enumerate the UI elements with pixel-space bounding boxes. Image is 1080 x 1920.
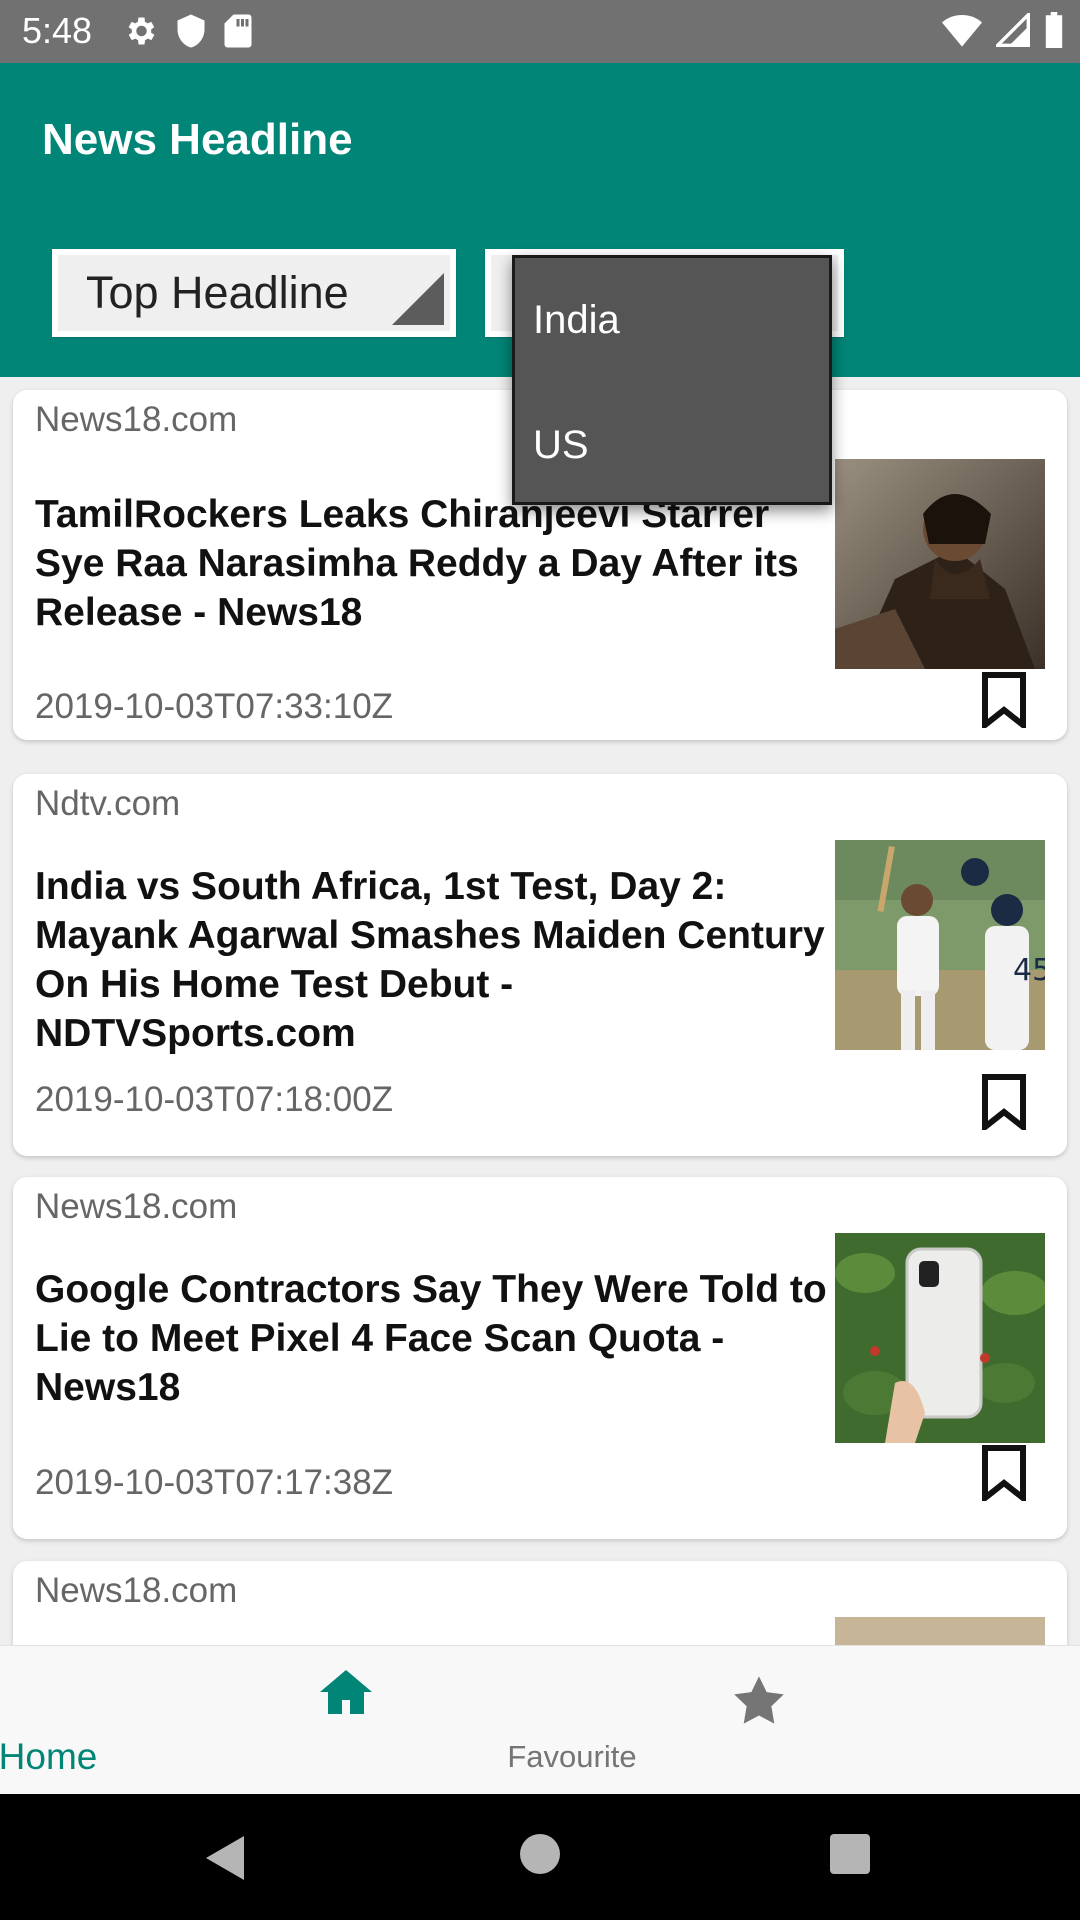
bottom-navigation: Home Favourite xyxy=(0,1645,1080,1794)
article-title: India vs South Africa, 1st Test, Day 2: … xyxy=(35,865,825,1055)
article-source: News18.com xyxy=(35,1187,238,1226)
article-thumbnail xyxy=(835,459,1045,669)
country-dropdown-menu: India US xyxy=(512,255,832,505)
dropdown-arrow-icon xyxy=(392,273,444,325)
cricket-players-image: 45 xyxy=(835,840,1045,1050)
nav-label-home: Home xyxy=(0,1736,98,1777)
dropdown-option-us[interactable]: US xyxy=(533,423,589,468)
article-date: 2019-10-03T07:33:10Z xyxy=(35,687,394,726)
article-title: Google Contractors Say They Were Told to… xyxy=(35,1268,827,1409)
bookmark-outline-icon[interactable] xyxy=(981,1074,1027,1130)
bookmark-outline-icon[interactable] xyxy=(981,672,1027,728)
star-icon xyxy=(734,1676,784,1724)
article-title: TamilRockers Leaks Chiranjeevi Starrer S… xyxy=(35,493,799,634)
article-thumbnail xyxy=(835,1617,1045,1645)
system-navigation-bar xyxy=(0,1794,1080,1920)
article-thumbnail: 45 xyxy=(835,840,1045,1050)
back-icon[interactable] xyxy=(204,1834,248,1882)
category-spinner[interactable]: Top Headline xyxy=(52,249,456,337)
settings-icon xyxy=(122,13,158,49)
partial-thumbnail-image xyxy=(835,1617,1045,1645)
news-list[interactable]: News18.com TamilRockers Leaks Chiranjeev… xyxy=(0,377,1080,1645)
article-source: Ndtv.com xyxy=(35,784,181,823)
dropdown-option-india[interactable]: India xyxy=(533,298,620,343)
sd-card-icon xyxy=(224,13,252,49)
article-date: 2019-10-03T07:18:00Z xyxy=(35,1080,394,1119)
home-icon xyxy=(320,1670,372,1714)
news-card[interactable]: News18.com xyxy=(13,1561,1067,1645)
news-card[interactable]: News18.com Google Contractors Say They W… xyxy=(13,1177,1067,1539)
svg-text:45: 45 xyxy=(1013,953,1045,988)
status-time: 5:48 xyxy=(22,10,93,51)
nav-label-favourite: Favourite xyxy=(507,1739,637,1774)
movie-poster-image xyxy=(835,459,1045,669)
status-bar: 5:48 xyxy=(0,0,1080,63)
bookmark-outline-icon[interactable] xyxy=(981,1445,1027,1501)
article-thumbnail xyxy=(835,1233,1045,1443)
wifi-icon xyxy=(942,13,982,47)
home-circle-icon[interactable] xyxy=(520,1834,560,1874)
recents-icon[interactable] xyxy=(830,1834,870,1874)
article-source: News18.com xyxy=(35,1571,238,1610)
battery-icon xyxy=(1044,12,1064,48)
shield-icon xyxy=(176,13,206,49)
app-title: News Headline xyxy=(42,115,353,164)
news-card[interactable]: Ndtv.com India vs South Africa, 1st Test… xyxy=(13,774,1067,1156)
article-date: 2019-10-03T07:17:38Z xyxy=(35,1463,394,1502)
signal-icon xyxy=(996,13,1030,47)
nav-item-favourite[interactable]: Favourite xyxy=(507,1646,1080,1795)
category-spinner-value: Top Headline xyxy=(86,267,349,318)
article-source: News18.com xyxy=(35,400,238,439)
pixel-phone-image xyxy=(835,1233,1045,1443)
